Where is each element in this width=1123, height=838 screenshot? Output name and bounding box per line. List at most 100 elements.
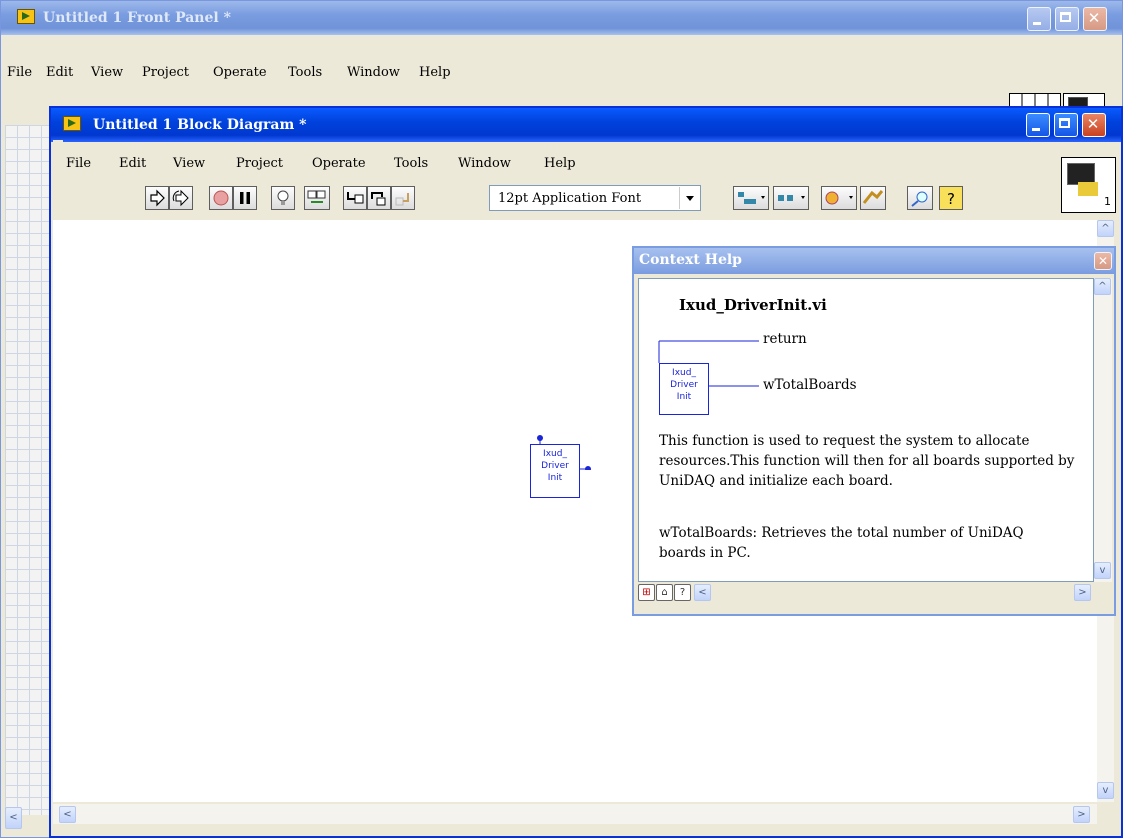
step-into-icon <box>347 192 364 204</box>
fp-menu-project[interactable]: Project <box>142 65 189 80</box>
front-panel-minimize-button[interactable] <box>1027 7 1051 31</box>
reorder-button[interactable] <box>821 186 857 210</box>
bd-vi-icon[interactable]: 1 <box>1061 157 1116 213</box>
node-label-line-3: Init <box>547 473 563 483</box>
help-scroll-down-button[interactable]: v <box>1094 562 1111 579</box>
minimize-icon <box>1033 22 1041 25</box>
bd-menu-view[interactable]: View <box>173 156 205 171</box>
front-panel-close-button[interactable]: ✕ <box>1083 7 1107 31</box>
bd-scroll-down-button[interactable]: v <box>1097 782 1114 799</box>
bd-close-button[interactable]: ✕ <box>1082 113 1106 137</box>
run-continuously-icon <box>172 189 189 207</box>
align-objects-button[interactable] <box>733 186 769 210</box>
pause-icon <box>240 192 250 204</box>
help-param-description: wTotalBoards: Retrieves the total number… <box>659 525 1024 561</box>
step-out-icon <box>395 193 409 206</box>
wtotalboards-terminal[interactable] <box>585 466 591 470</box>
help-bottom-bar: ⊞ ⌂ ? < > <box>638 584 1112 606</box>
help-description: This function is used to request the sys… <box>659 433 1075 489</box>
chevron-down-icon[interactable] <box>679 187 699 209</box>
fp-menu-operate[interactable]: Operate <box>213 65 267 80</box>
front-panel-title: Untitled 1 Front Panel * <box>43 10 231 26</box>
font-selector[interactable]: 12pt Application Font <box>489 185 701 211</box>
fp-menu-window[interactable]: Window <box>347 65 400 80</box>
detailed-help-icon[interactable]: ? <box>674 584 691 601</box>
fp-menu-file[interactable]: File <box>7 65 32 80</box>
help-node-icon: Ixud_ Driver Init <box>659 363 709 415</box>
bd-minimize-button[interactable] <box>1026 113 1050 137</box>
run-button[interactable] <box>145 186 169 210</box>
bd-menu-file[interactable]: File <box>66 156 91 171</box>
clean-up-diagram-button[interactable] <box>860 186 886 210</box>
bd-maximize-button[interactable] <box>1054 113 1078 137</box>
fp-menu-edit[interactable]: Edit <box>46 65 73 80</box>
bd-menu-operate[interactable]: Operate <box>312 156 366 171</box>
abort-icon <box>213 190 229 206</box>
help-node-label-2: Driver <box>670 380 698 390</box>
help-scroll-right-button[interactable]: > <box>1074 584 1091 601</box>
lock-context-help-icon[interactable]: ⌂ <box>656 584 673 601</box>
pause-button[interactable] <box>233 186 257 210</box>
labview-app-icon <box>17 9 35 24</box>
highlight-execution-bulb-icon <box>277 190 289 205</box>
block-diagram-titlebar[interactable]: Untitled 1 Block Diagram * ✕ <box>51 108 1121 142</box>
step-over-button[interactable] <box>367 186 391 210</box>
node-terminals <box>537 435 591 470</box>
bd-menu-edit[interactable]: Edit <box>119 156 146 171</box>
highlight-execution-button[interactable] <box>271 186 295 210</box>
help-terminal-return: return <box>763 331 807 347</box>
distribute-icon <box>778 195 805 201</box>
search-button[interactable] <box>907 186 933 210</box>
close-icon: ✕ <box>1086 115 1100 133</box>
fp-scroll-left-button[interactable]: < <box>5 807 22 829</box>
run-arrow-icon <box>150 189 165 207</box>
abort-button[interactable] <box>209 186 233 210</box>
front-panel-maximize-button[interactable] <box>1055 7 1079 31</box>
help-scroll-left-button[interactable]: < <box>694 584 711 601</box>
maximize-icon <box>1059 118 1070 128</box>
align-icon <box>738 192 765 204</box>
context-help-close-button[interactable]: ✕ <box>1094 252 1112 270</box>
close-icon: ✕ <box>1087 9 1101 27</box>
context-help-title: Context Help <box>639 252 742 268</box>
bd-horizontal-scrollbar[interactable]: < > <box>53 804 1097 824</box>
fp-menu-tools[interactable]: Tools <box>288 65 322 80</box>
block-diagram-menubar: File Edit View Project Operate Tools Win… <box>66 152 1066 176</box>
help-vertical-scrollbar[interactable]: ^ v <box>1094 278 1112 582</box>
step-into-button[interactable] <box>343 186 367 210</box>
font-selector-value: 12pt Application Font <box>498 191 642 206</box>
help-node-label-1: Ixud_ <box>672 368 696 378</box>
bd-menu-help[interactable]: Help <box>544 156 576 171</box>
context-help-button[interactable]: ? <box>939 186 963 210</box>
run-continuously-button[interactable] <box>169 186 193 210</box>
block-diagram-title: Untitled 1 Block Diagram * <box>93 117 307 133</box>
svg-text:?: ? <box>947 190 955 208</box>
labview-app-icon <box>63 116 81 131</box>
step-out-button[interactable] <box>391 186 415 210</box>
bd-scroll-up-button[interactable]: ^ <box>1097 220 1114 237</box>
help-vi-name: Ixud_DriverInit.vi <box>679 296 827 314</box>
front-panel-titlebar[interactable]: Untitled 1 Front Panel * ✕ <box>1 1 1122 35</box>
maximize-icon <box>1060 12 1071 22</box>
retain-wire-values-button[interactable] <box>304 186 330 210</box>
show-optional-terminals-icon[interactable]: ⊞ <box>638 584 655 601</box>
context-help-icon: ? <box>947 190 955 208</box>
clean-up-icon <box>862 190 884 204</box>
fp-menu-help[interactable]: Help <box>419 65 451 80</box>
bd-scroll-left-button[interactable]: < <box>59 806 76 823</box>
bd-menu-project[interactable]: Project <box>236 156 283 171</box>
return-terminal[interactable] <box>537 435 543 441</box>
bd-menu-window[interactable]: Window <box>458 156 511 171</box>
step-over-icon <box>371 192 386 206</box>
front-panel-menubar: File Edit View Project Operate Tools Win… <box>7 61 987 85</box>
fp-menu-view[interactable]: View <box>91 65 123 80</box>
help-scroll-up-button[interactable]: ^ <box>1094 278 1111 295</box>
distribute-objects-button[interactable] <box>773 186 809 210</box>
bd-menu-tools[interactable]: Tools <box>394 156 428 171</box>
reorder-icon <box>825 191 853 205</box>
close-icon: ✕ <box>1097 254 1109 268</box>
context-help-window[interactable]: Context Help ✕ Ixud_DriverInit.vi return… <box>632 246 1116 616</box>
context-help-titlebar[interactable]: Context Help ✕ <box>634 248 1114 274</box>
bd-scroll-right-button[interactable]: > <box>1073 806 1090 823</box>
help-node-label-3: Init <box>676 392 692 402</box>
